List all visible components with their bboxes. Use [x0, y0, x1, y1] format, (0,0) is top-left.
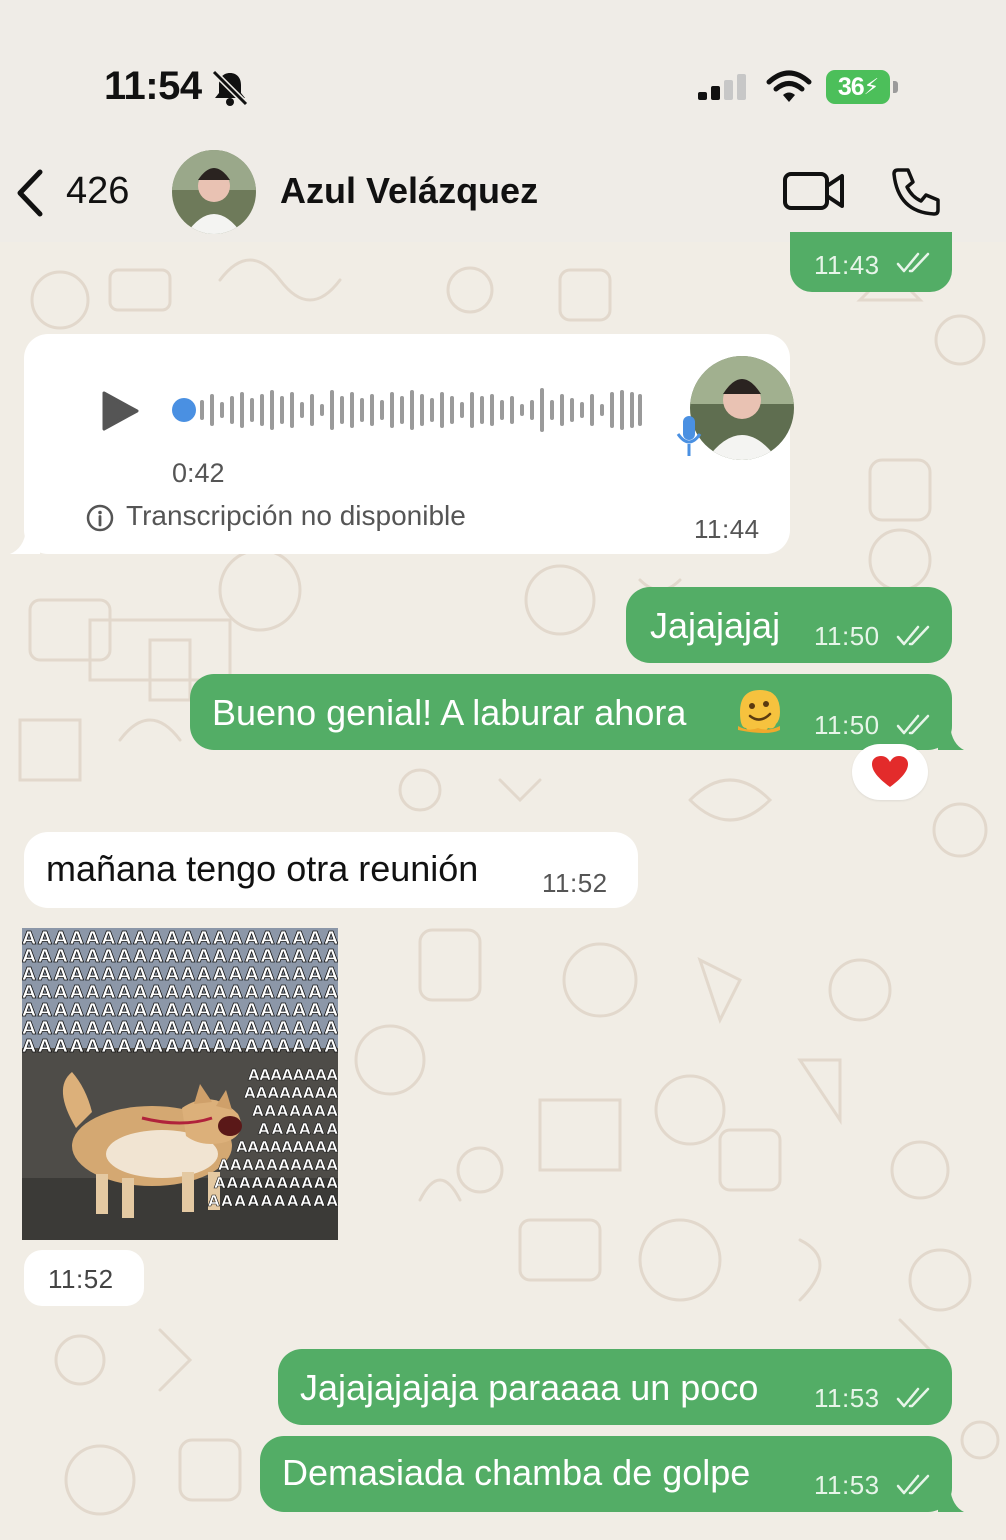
double-check-icon — [896, 714, 930, 735]
signal-icon — [698, 74, 746, 100]
sticker-message[interactable]: AAAAAAAAAAAAAAAAAAAA AAAAAAAAAAAAAAAAAAA… — [22, 928, 338, 1240]
svg-text:AAAAAAAAAA: AAAAAAAAAA — [208, 1192, 338, 1210]
video-camera-icon[interactable] — [782, 166, 846, 216]
voice-message-bubble[interactable]: 0:42 Transcripción no disponible 11:44 — [10, 334, 794, 554]
contact-avatar[interactable] — [172, 150, 256, 234]
message-text: Jajajajajaja paraaaa un poco — [300, 1367, 759, 1408]
microphone-icon — [676, 416, 702, 456]
transcription-status: Transcripción no disponible — [126, 500, 466, 531]
play-icon[interactable] — [100, 390, 140, 432]
svg-text:AAAAAAAAAA: AAAAAAAAAA — [218, 1156, 338, 1174]
voice-waveform[interactable] — [170, 388, 646, 432]
double-check-icon — [896, 1474, 930, 1495]
unread-count[interactable]: 426 — [66, 170, 129, 213]
svg-text:AAAAAAAAAA: AAAAAAAAAA — [214, 1174, 338, 1192]
status-time: 11:54 — [104, 64, 202, 108]
heart-reaction[interactable] — [852, 744, 928, 800]
status-bar: 11:54 36 ⚡ — [0, 0, 1006, 130]
message-time: 11:53 — [814, 1383, 880, 1413]
message-bubble-outgoing[interactable]: 11:43 — [790, 232, 952, 292]
sticker-image: AAAAAAAAAAAAAAAAAAAA AAAAAAAAAAAAAAAAAAA… — [22, 928, 338, 1240]
message-text: mañana tengo otra reunión — [46, 848, 479, 889]
message-text: Bueno genial! A laburar ahora — [212, 692, 687, 733]
wifi-icon — [766, 70, 812, 102]
chat-header: 426 Azul Velázquez — [0, 130, 1006, 242]
message-time: 11:50 — [814, 710, 880, 740]
double-check-icon — [896, 625, 930, 646]
info-icon — [86, 504, 114, 532]
svg-text:AAAAAAA: AAAAAAA — [252, 1102, 338, 1120]
message-time: 11:52 — [48, 1264, 114, 1294]
message-bubble-outgoing[interactable]: Bueno genial! A laburar ahora 11:50 — [190, 674, 964, 750]
voice-duration: 0:42 — [172, 458, 225, 488]
chevron-left-icon[interactable] — [12, 168, 48, 218]
bubble-tail — [938, 726, 964, 750]
message-text: Demasiada chamba de golpe — [282, 1452, 751, 1493]
battery-level: 36 ⚡ — [826, 70, 890, 104]
chat-screen: 11:54 36 ⚡ 426 Azul Velázquez 11:43 0:42… — [0, 0, 1006, 1540]
sticker-timestamp: 11:52 — [24, 1250, 144, 1306]
contact-name[interactable]: Azul Velázquez — [280, 170, 538, 212]
melting-face-emoji — [738, 690, 780, 733]
double-check-icon — [896, 1387, 930, 1408]
voice-sender-avatar — [690, 356, 794, 460]
svg-text:AAAAAAAA: AAAAAAAA — [244, 1084, 338, 1102]
message-bubble-outgoing[interactable]: Jajajajaj 11:50 — [626, 587, 952, 663]
battery-indicator: 36 ⚡ — [826, 70, 898, 104]
svg-text:AAAAAAAA: AAAAAAAA — [248, 1066, 338, 1084]
message-time: 11:52 — [542, 868, 608, 898]
message-bubble-outgoing[interactable]: Demasiada chamba de golpe 11:53 — [260, 1436, 964, 1512]
message-bubble-outgoing[interactable]: Jajajajajaja paraaaa un poco 11:53 — [278, 1349, 952, 1425]
message-time: 11:53 — [814, 1470, 880, 1500]
double-check-icon — [896, 252, 930, 273]
message-text: Jajajajaj — [650, 605, 781, 646]
message-time: 11:50 — [814, 621, 880, 651]
bubble-tail — [10, 530, 40, 554]
message-time: 11:44 — [694, 514, 760, 544]
message-bubble-incoming[interactable]: mañana tengo otra reunión 11:52 — [24, 832, 638, 908]
phone-icon[interactable] — [886, 164, 942, 220]
bell-off-icon — [211, 69, 249, 107]
bubble-tail — [938, 1488, 964, 1512]
message-time: 11:43 — [814, 250, 880, 280]
svg-text:AAAAAAAAA: AAAAAAAAA — [236, 1138, 338, 1156]
heart-icon — [872, 756, 908, 787]
